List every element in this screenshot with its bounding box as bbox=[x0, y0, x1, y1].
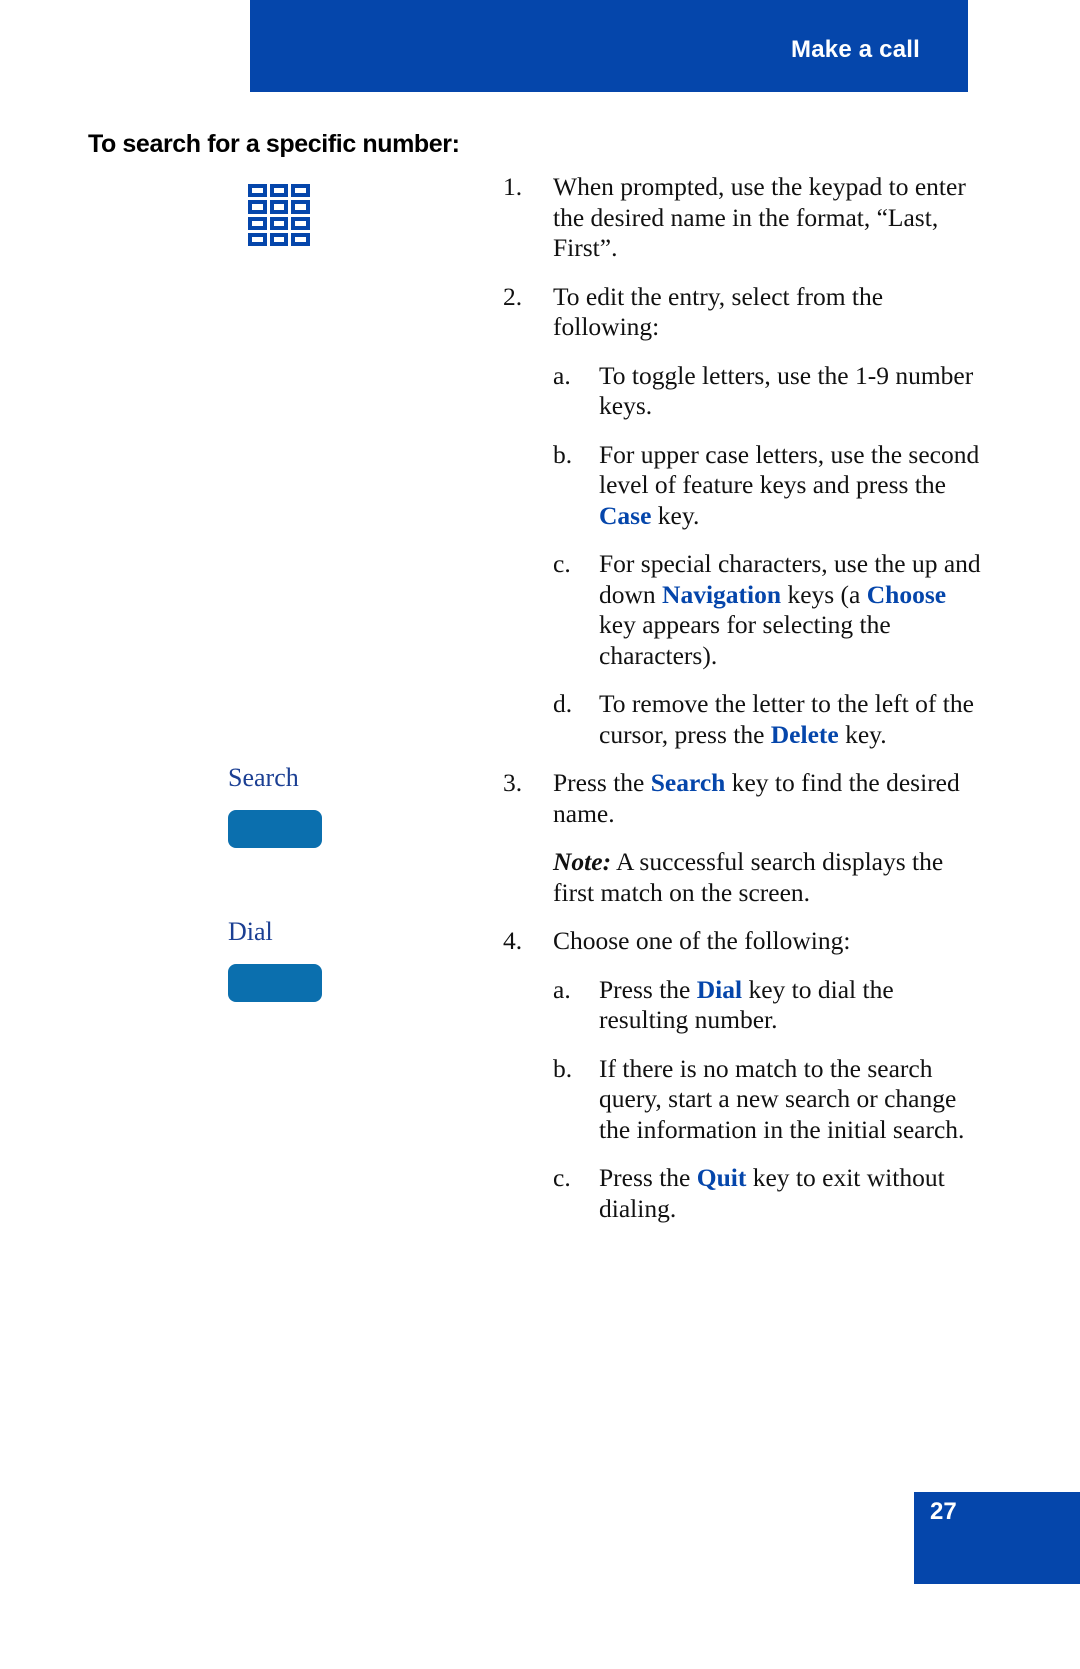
step-text-run: To edit the entry, select from the follo… bbox=[553, 281, 884, 342]
substep-letter: c. bbox=[553, 1163, 571, 1192]
step-text-run: For upper case letters, use the second l… bbox=[599, 439, 980, 500]
keypad-cell bbox=[248, 184, 267, 198]
dial-softkey-button bbox=[228, 964, 322, 1002]
step-text-run: key. bbox=[838, 719, 887, 749]
step-item: 3. Press the Search key to find the desir… bbox=[503, 768, 983, 829]
substep-letter: b. bbox=[553, 1053, 573, 1083]
substep-item: c. For special characters, use the up and… bbox=[553, 549, 983, 671]
substep-item: d. To remove the letter to the left of th… bbox=[553, 689, 983, 750]
substep-item: c. Press the Quit key to exit without dia… bbox=[553, 1163, 983, 1224]
step-body: When prompted, use the keypad to enter t… bbox=[553, 172, 983, 264]
instruction-steps: 1. When prompted, use the keypad to enter… bbox=[503, 172, 983, 1242]
section-heading: To search for a specific number: bbox=[88, 130, 460, 158]
keypad-cell bbox=[248, 200, 267, 214]
substep-body: To toggle letters, use the 1-9 number ke… bbox=[599, 361, 983, 422]
keypad-cell bbox=[269, 232, 289, 246]
page-header-band: Make a call bbox=[250, 0, 968, 92]
step-text-run: key. bbox=[651, 500, 700, 530]
step-text: Choose one of the following: bbox=[553, 926, 983, 957]
keypad-cell bbox=[248, 216, 267, 230]
key-name-keyword: Case bbox=[599, 500, 652, 530]
step-body: Choose one of the following: bbox=[553, 926, 983, 957]
substep-letter: a. bbox=[553, 974, 571, 1004]
keypad-cell bbox=[269, 184, 289, 198]
keypad-cell bbox=[291, 184, 310, 198]
key-name-keyword: Quit bbox=[696, 1163, 747, 1192]
step-body: Press the Search key to find the desired… bbox=[553, 768, 983, 829]
substep-list: a. To toggle letters, use the 1-9 number … bbox=[503, 361, 983, 751]
keypad-icon bbox=[248, 184, 310, 246]
substep-body: Press the Quit key to exit without diali… bbox=[599, 1163, 983, 1224]
key-name-keyword: Navigation bbox=[662, 579, 782, 609]
note-text: A successful search displays the first m… bbox=[553, 847, 944, 907]
step-item: 1. When prompted, use the keypad to enter… bbox=[503, 172, 983, 264]
step-body: To edit the entry, select from the follo… bbox=[553, 282, 983, 343]
substep-item: b. For upper case letters, use the second… bbox=[553, 440, 983, 532]
step-text-run: Press the bbox=[599, 974, 697, 1004]
step-text-run: Press the bbox=[553, 768, 651, 797]
substep-item: b. If there is no match to the search que… bbox=[553, 1054, 983, 1146]
search-softkey-button bbox=[228, 810, 322, 848]
substep-body: For upper case letters, use the second l… bbox=[599, 440, 983, 532]
step-item: 2. To edit the entry, select from the fol… bbox=[503, 282, 983, 343]
keypad-cell bbox=[269, 216, 289, 230]
key-name-keyword: Search bbox=[650, 768, 726, 797]
substep-letter: d. bbox=[553, 689, 573, 718]
key-name-keyword: Dial bbox=[696, 974, 743, 1004]
step-text-run: If there is no match to the search query… bbox=[599, 1053, 965, 1144]
key-name-keyword: Delete bbox=[770, 719, 839, 749]
step-text-run: Press the bbox=[599, 1163, 697, 1192]
substep-list: a. Press the Dial key to dial the resulti… bbox=[503, 975, 983, 1225]
substep-body: For special characters, use the up and d… bbox=[599, 549, 983, 671]
step-text: To edit the entry, select from the follo… bbox=[553, 282, 983, 343]
substep-item: a. Press the Dial key to dial the resulti… bbox=[553, 975, 983, 1036]
key-name-keyword: Choose bbox=[866, 579, 947, 609]
step-number: 2. bbox=[503, 281, 523, 311]
search-key-label: Search bbox=[228, 763, 299, 792]
page-number: 27 bbox=[930, 1498, 957, 1525]
keypad-cell bbox=[248, 232, 267, 246]
step-number: 4. bbox=[503, 926, 523, 955]
step-text-run: When prompted, use the keypad to enter t… bbox=[553, 172, 966, 262]
substep-item: a. To toggle letters, use the 1-9 number … bbox=[553, 361, 983, 422]
substep-body: Press the Dial key to dial the resulting… bbox=[599, 975, 983, 1036]
keypad-cell bbox=[291, 232, 310, 246]
note-label: Note: bbox=[553, 847, 612, 876]
step-item: 4. Choose one of the following: bbox=[503, 926, 983, 957]
keypad-cell bbox=[291, 200, 310, 214]
substep-body: To remove the letter to the left of the … bbox=[599, 689, 983, 750]
dial-key-label: Dial bbox=[228, 917, 273, 946]
step-text: Press the Search key to find the desired… bbox=[553, 768, 983, 829]
keypad-cell bbox=[269, 200, 289, 214]
step-text-run: keys (a bbox=[781, 579, 867, 609]
substep-letter: c. bbox=[553, 549, 571, 578]
step-text: When prompted, use the keypad to enter t… bbox=[553, 172, 983, 264]
step-number: 3. bbox=[503, 768, 523, 797]
substep-letter: b. bbox=[553, 439, 573, 469]
step-text-run: To toggle letters, use the 1-9 number ke… bbox=[599, 360, 974, 421]
note-block: Note: A successful search displays the f… bbox=[553, 847, 983, 908]
substep-letter: a. bbox=[553, 360, 571, 390]
page-header-title: Make a call bbox=[791, 36, 920, 63]
step-text-run: key appears for selecting the characters… bbox=[599, 610, 891, 670]
keypad-cell bbox=[291, 216, 310, 230]
substep-body: If there is no match to the search query… bbox=[599, 1054, 983, 1146]
step-text-run: Choose one of the following: bbox=[553, 926, 851, 955]
step-number: 1. bbox=[503, 172, 523, 201]
